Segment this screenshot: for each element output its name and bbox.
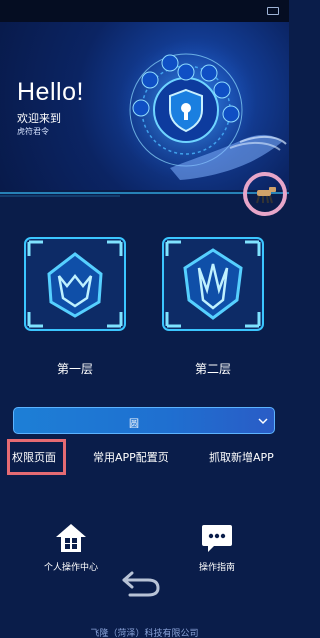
back-arrow-icon[interactable] bbox=[118, 565, 162, 599]
layer-two-label[interactable]: 第二层 bbox=[159, 360, 267, 377]
company-footer: 飞隆（菏泽）科技有限公司 bbox=[90, 629, 199, 638]
status-bar bbox=[0, 0, 289, 22]
hero-subtitle: 欢迎来到 bbox=[17, 112, 61, 125]
nav-capture-new-app[interactable]: 抓取新增APP bbox=[209, 449, 274, 465]
nav-app-config-page[interactable]: 常用APP配置页 bbox=[93, 449, 169, 465]
chevron-down-icon bbox=[258, 418, 268, 425]
mode-select-value: 圆 bbox=[129, 419, 139, 430]
spiked-shield-icon bbox=[162, 237, 264, 331]
personal-center-label: 个人操作中心 bbox=[43, 563, 98, 573]
hero-banner: Hello! 欢迎来到 虎符君令 bbox=[0, 22, 289, 190]
security-shield-illustration bbox=[116, 40, 287, 180]
robot-dog-icon bbox=[256, 187, 276, 204]
home-icon bbox=[56, 524, 86, 552]
layer-one-label[interactable]: 第一层 bbox=[21, 360, 129, 377]
hero-title: Hello! bbox=[17, 78, 84, 106]
crown-shield-icon bbox=[24, 237, 126, 331]
chat-icon bbox=[202, 525, 232, 552]
layer-two-card[interactable] bbox=[159, 234, 267, 334]
personal-center-button[interactable]: 个人操作中心 bbox=[26, 522, 116, 573]
layer-one-card[interactable] bbox=[21, 234, 129, 334]
operation-guide-label: 操作指南 bbox=[198, 563, 235, 573]
mode-select[interactable]: 圆 bbox=[13, 407, 275, 434]
operation-guide-button[interactable]: 操作指南 bbox=[172, 522, 262, 573]
battery-icon bbox=[267, 7, 279, 15]
nav-permission-page[interactable]: 权限页面 bbox=[12, 449, 56, 465]
hero-user-name: 虎符君令 bbox=[17, 127, 49, 136]
robot-icon[interactable] bbox=[243, 172, 287, 216]
